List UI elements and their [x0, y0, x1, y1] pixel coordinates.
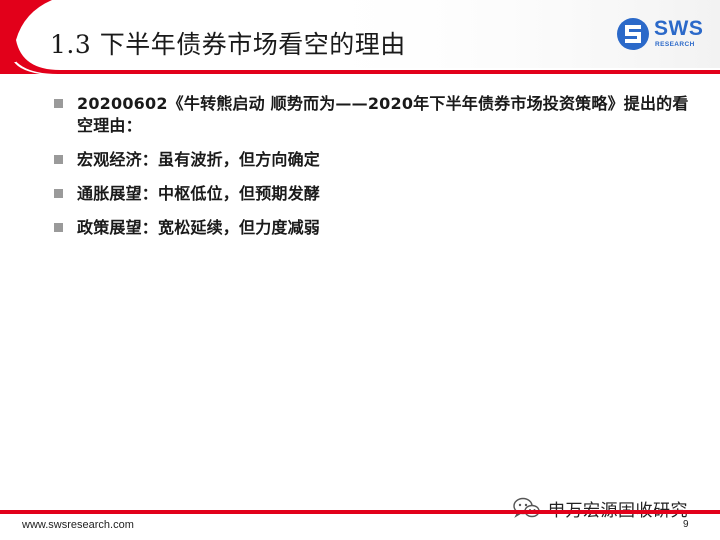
bullet-item: 宏观经济：虽有波折，但方向确定 — [54, 149, 704, 171]
bullet-item: 政策展望：宽松延续，但力度减弱 — [54, 217, 704, 239]
bullet-list: 20200602《牛转熊启动 顺势而为——2020年下半年债券市场投资策略》提出… — [54, 93, 704, 251]
footer-divider — [0, 510, 720, 514]
sws-logo: SWS RESEARCH — [614, 16, 710, 56]
sws-logo-icon — [617, 18, 649, 50]
wechat-watermark: 申万宏源固收研究 — [512, 496, 688, 521]
bullet-text: 20200602《牛转熊启动 顺势而为——2020年下半年债券市场投资策略》提出… — [77, 94, 689, 135]
bullet-text: 政策展望：宽松延续，但力度减弱 — [77, 218, 321, 237]
square-bullet-icon — [54, 223, 63, 232]
watermark-text: 申万宏源固收研究 — [548, 496, 688, 521]
square-bullet-icon — [54, 155, 63, 164]
page-title: 1.3 下半年债券市场看空的理由 — [50, 30, 406, 59]
header: 1.3 下半年债券市场看空的理由 SWS RESEARCH — [0, 0, 720, 75]
bullet-item: 20200602《牛转熊启动 顺势而为——2020年下半年债券市场投资策略》提出… — [54, 93, 704, 137]
footer-website-link[interactable]: www.swsresearch.com — [22, 519, 134, 531]
wechat-icon — [513, 497, 540, 518]
bullet-item: 通胀展望：中枢低位，但预期发酵 — [54, 183, 704, 205]
square-bullet-icon — [54, 99, 63, 108]
square-bullet-icon — [54, 189, 63, 198]
bullet-text: 宏观经济：虽有波折，但方向确定 — [77, 150, 321, 169]
page-number: 9 — [683, 519, 689, 530]
bullet-text: 通胀展望：中枢低位，但预期发酵 — [77, 184, 321, 203]
logo-subtitle: RESEARCH — [655, 41, 695, 48]
logo-name: SWS — [654, 17, 704, 40]
